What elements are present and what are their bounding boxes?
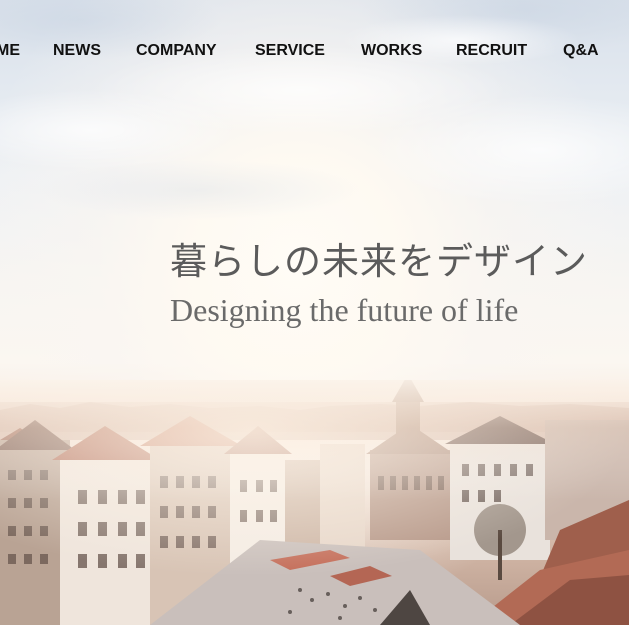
sky-clouds-image (0, 0, 629, 220)
global-nav: ME NEWS COMPANY SERVICE WORKS RECRUIT Q&… (0, 40, 629, 64)
city-skyline-image (0, 380, 629, 625)
nav-item-works[interactable]: WORKS (361, 40, 422, 62)
nav-item-recruit[interactable]: RECRUIT (456, 40, 527, 62)
hero-section: ME NEWS COMPANY SERVICE WORKS RECRUIT Q&… (0, 0, 629, 625)
nav-item-qa[interactable]: Q&A (563, 40, 599, 62)
hero-title-japanese: 暮らしの未来をデザイン (170, 240, 588, 283)
nav-item-home[interactable]: ME (0, 40, 20, 62)
nav-item-company[interactable]: COMPANY (136, 40, 217, 62)
hero-copy: 暮らしの未来をデザイン Designing the future of life (170, 238, 629, 330)
hero-title-english: Designing the future of life (170, 292, 519, 328)
nav-item-news[interactable]: NEWS (53, 40, 101, 62)
nav-item-service[interactable]: SERVICE (255, 40, 325, 62)
